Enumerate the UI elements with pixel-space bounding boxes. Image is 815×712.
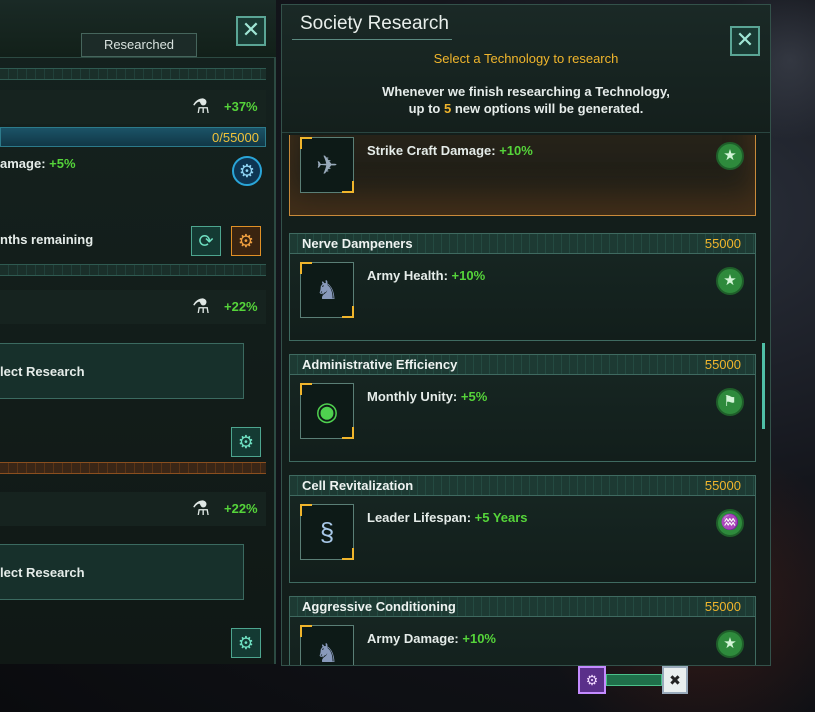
current-research-effect: amage: +5% [0, 156, 76, 171]
settings-gear-icon[interactable]: ⚙ [231, 427, 261, 457]
left-panel-topbar: Researched ✕ [0, 0, 276, 58]
tech-card[interactable]: Cell Revitalization 55000 § Leader Lifes… [289, 475, 756, 583]
tech-card[interactable]: ✈ Strike Craft Damage: +10% ★ [289, 135, 756, 216]
tech-image: ◉ [300, 383, 354, 439]
select-research-label: lect Research [0, 565, 85, 580]
select-research-button[interactable]: lect Research [0, 544, 244, 600]
society-research-panel: Society Research ✕ Select a Technology t… [281, 4, 771, 666]
flask-icon: ⚗ [192, 96, 210, 118]
army-category-icon: ★ [716, 630, 744, 658]
tech-cost: 55000 [704, 236, 741, 251]
flask-icon: ⚗ [192, 498, 210, 520]
army-category-icon: ★ [716, 267, 744, 295]
tech-name: Administrative Efficiency [302, 357, 458, 372]
tech-cost: 55000 [704, 599, 741, 614]
refresh-icon[interactable]: ⟳ [191, 226, 221, 256]
tech-image: ♞ [300, 262, 354, 318]
status-bar [606, 674, 662, 686]
tech-name: Nerve Dampeners [302, 236, 413, 251]
tech-effect: Leader Lifespan: +5 Years [367, 510, 528, 525]
flask-icon: ⚗ [192, 296, 210, 318]
tech-card[interactable]: Aggressive Conditioning 55000 ♞ Army Dam… [289, 596, 756, 665]
tech-image: § [300, 504, 354, 560]
tech-effect: Monthly Unity: +5% [367, 389, 488, 404]
page-title: Society Research [300, 13, 449, 34]
title-underline [292, 39, 452, 40]
description: Whenever we finish researching a Technol… [382, 84, 670, 116]
research-row-physics: ⚗ +37% [0, 90, 266, 124]
tech-card[interactable]: Nerve Dampeners 55000 ♞ Army Health: +10… [289, 233, 756, 341]
section-divider [0, 264, 266, 276]
bottom-status-widget[interactable]: ⚙ ✖ [578, 666, 688, 694]
research-row-engineering: ⚗ +22% [0, 492, 266, 526]
left-research-panel: Researched ✕ ⚗ +37% 0/55000 amage: +5% ⚙… [0, 0, 276, 664]
research-bonus: +22% [224, 501, 258, 516]
tech-effect: Army Health: +10% [367, 268, 486, 283]
select-research-label: lect Research [0, 364, 85, 379]
section-divider [0, 68, 266, 80]
tech-name: Aggressive Conditioning [302, 599, 456, 614]
tech-card-header: Administrative Efficiency 55000 [290, 355, 755, 375]
research-bonus: +22% [224, 299, 258, 314]
tech-cost: 55000 [704, 478, 741, 493]
research-row-society: ⚗ +22% [0, 290, 266, 324]
gear-icon[interactable]: ⚙ [231, 226, 261, 256]
tech-card[interactable]: Administrative Efficiency 55000 ◉ Monthl… [289, 354, 756, 462]
panel-header: Society Research ✕ Select a Technology t… [282, 5, 770, 133]
flag-icon: ⚑ [716, 388, 744, 416]
months-remaining: nths remaining [0, 232, 94, 247]
scrollbar-thumb[interactable] [762, 343, 765, 429]
research-progress-bar: 0/55000 [0, 127, 266, 147]
tech-effect: Strike Craft Damage: +10% [367, 143, 533, 158]
subtitle: Select a Technology to research [433, 51, 619, 66]
tech-image: ♞ [300, 625, 354, 665]
tech-image: ✈ [300, 137, 354, 193]
tech-cost: 55000 [704, 357, 741, 372]
army-category-icon: ★ [716, 142, 744, 170]
tech-card-header: Nerve Dampeners 55000 [290, 234, 755, 254]
settings-gear-icon[interactable]: ⚙ [231, 628, 261, 658]
tech-effect: Army Damage: +10% [367, 631, 496, 646]
tech-card-header: Cell Revitalization 55000 [290, 476, 755, 496]
dna-icon: ♒ [716, 509, 744, 537]
research-bonus: +37% [224, 99, 258, 114]
progress-text: 0/55000 [212, 130, 259, 145]
section-divider-active [0, 462, 266, 474]
tools-icon: ✖ [662, 666, 688, 694]
tech-card-header: Aggressive Conditioning 55000 [290, 597, 755, 617]
tech-name: Cell Revitalization [302, 478, 414, 493]
researched-tab[interactable]: Researched [81, 33, 197, 57]
left-close-button[interactable]: ✕ [236, 16, 266, 46]
research-category-icon: ⚙ [232, 156, 262, 186]
cog-icon: ⚙ [578, 666, 606, 694]
tech-options-list: ✈ Strike Craft Damage: +10% ★ Nerve Damp… [282, 135, 770, 665]
select-research-button[interactable]: lect Research [0, 343, 244, 399]
